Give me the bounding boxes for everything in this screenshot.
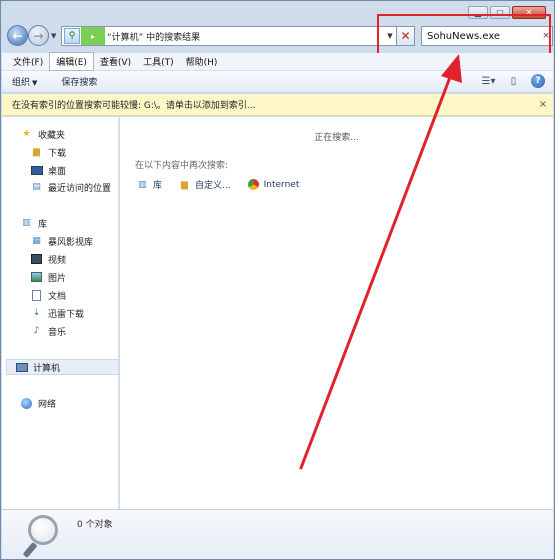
caption-buttons: ▁ □ ✕ <box>468 6 546 19</box>
menu-help[interactable]: 帮助(H) <box>180 53 224 70</box>
command-bar: 组织 ▼ 保存搜索 ☰▾ ▯ ? <box>2 71 553 93</box>
document-icon <box>30 289 43 301</box>
search-again-libraries[interactable]: ▥ 库 <box>136 178 163 192</box>
view-controls: ☰▾ ▯ ? <box>481 74 545 88</box>
nav-computer[interactable]: 计算机 <box>6 359 119 375</box>
nav-pictures-label: 图片 <box>48 273 67 284</box>
address-path: “计算机” 中的搜索结果 <box>107 32 201 43</box>
navigation-pane: ★ 收藏夹 ▆ 下载 桌面 ▤ 最近访问的位置 ▥ 库 ▦ 暴风影视库 视频 图片 文档 … <box>2 117 119 509</box>
library-icon: ▥ <box>138 179 147 190</box>
nav-downloads[interactable]: ▆ 下载 <box>30 144 66 160</box>
picture-icon <box>30 271 43 283</box>
search-again-options: ▥ 库 ▆ 自定义... Internet <box>136 178 299 191</box>
explorer-window: ▁ □ ✕ ← → ▼ ⚲ ▸ “计算机” 中的搜索结果 ▼ ✕ SohuNew… <box>0 0 555 560</box>
results-pane: 正在搜索... 在以下内容中再次搜索: ▥ 库 ▆ 自定义... Internet <box>120 117 553 509</box>
nav-libraries[interactable]: ▥ 库 <box>20 215 47 231</box>
help-icon[interactable]: ? <box>531 74 545 88</box>
nav-pictures[interactable]: 图片 <box>30 269 66 285</box>
search-again-internet-label: Internet <box>263 179 300 190</box>
organize-label: 组织 <box>12 78 31 88</box>
nav-videos-label: 视频 <box>48 255 67 266</box>
nav-desktop-label: 桌面 <box>48 166 67 177</box>
nav-music-label: 音乐 <box>48 327 67 338</box>
nav-documents-label: 文档 <box>48 291 67 302</box>
searching-status: 正在搜索... <box>314 133 359 143</box>
nav-network-label: 网络 <box>38 399 57 410</box>
desktop-icon <box>30 164 43 176</box>
menu-file[interactable]: 文件(F) <box>7 53 49 70</box>
nav-baofeng-label: 暴风影视库 <box>48 237 94 248</box>
nav-recent-places[interactable]: ▤ 最近访问的位置 <box>30 179 111 195</box>
nav-music[interactable]: ♪ 音乐 <box>30 323 66 339</box>
nav-favorites-label: 收藏夹 <box>38 130 66 141</box>
recent-pages-dropdown[interactable]: ▼ <box>51 32 56 40</box>
library-icon: ▥ <box>22 218 31 228</box>
address-bar[interactable]: ⚲ ▸ “计算机” 中的搜索结果 ▼ <box>61 26 397 46</box>
menu-tools[interactable]: 工具(T) <box>137 53 180 70</box>
maximize-button[interactable]: □ <box>490 6 510 19</box>
change-view-icon[interactable]: ☰▾ <box>481 74 496 88</box>
nav-xunlei-label: 迅雷下载 <box>48 309 85 320</box>
search-input-value: SohuNews.exe <box>427 30 501 42</box>
search-again-internet[interactable]: Internet <box>247 179 300 191</box>
recent-places-icon: ▤ <box>32 182 41 192</box>
nav-favorites[interactable]: ★ 收藏夹 <box>20 126 65 142</box>
star-icon: ★ <box>22 129 31 139</box>
nav-computer-label: 计算机 <box>33 363 61 374</box>
nav-recent-label: 最近访问的位置 <box>48 183 112 194</box>
close-button[interactable]: ✕ <box>512 6 546 19</box>
nav-desktop[interactable]: 桌面 <box>30 162 66 178</box>
forward-button[interactable]: → <box>28 25 49 46</box>
music-icon: ♪ <box>33 326 40 336</box>
details-pane: 0 个对象 <box>2 509 553 559</box>
nav-videos[interactable]: 视频 <box>30 251 66 267</box>
minimize-button[interactable]: ▁ <box>468 6 488 19</box>
search-again-custom[interactable]: ▆ 自定义... <box>178 178 231 192</box>
baofeng-library-icon: ▦ <box>32 236 41 246</box>
internet-icon <box>247 179 260 191</box>
nav-downloads-label: 下载 <box>48 148 67 159</box>
search-input[interactable]: SohuNews.exe × <box>421 26 553 46</box>
xunlei-download-icon: ⇣ <box>32 308 41 318</box>
video-icon <box>30 253 43 265</box>
address-row: ← → ▼ ⚲ ▸ “计算机” 中的搜索结果 ▼ ✕ SohuNews.exe … <box>7 25 553 49</box>
nav-network[interactable]: 网络 <box>20 395 56 411</box>
info-bar[interactable]: 在没有索引的位置搜索可能较慢: G:\。请单击以添加到索引... × <box>2 94 553 116</box>
nav-baofeng[interactable]: ▦ 暴风影视库 <box>30 233 93 249</box>
search-again-libraries-label: 库 <box>153 181 163 191</box>
chevron-down-icon: ▼ <box>32 79 38 87</box>
search-again-label: 在以下内容中再次搜索: <box>135 161 229 171</box>
menu-bar: 文件(F) 编辑(E) 查看(V) 工具(T) 帮助(H) <box>2 52 553 71</box>
menu-edit[interactable]: 编辑(E) <box>49 52 94 71</box>
magnifier-icon <box>22 515 64 559</box>
search-again-custom-label: 自定义... <box>195 181 231 191</box>
nav-xunlei[interactable]: ⇣ 迅雷下载 <box>30 305 84 321</box>
custom-folder-icon: ▆ <box>181 179 188 190</box>
organize-button[interactable]: 组织 ▼ <box>12 75 37 88</box>
nav-documents[interactable]: 文档 <box>30 287 66 303</box>
back-button[interactable]: ← <box>7 25 28 46</box>
save-search-button[interactable]: 保存搜索 <box>61 75 97 88</box>
stop-search-button[interactable]: ✕ <box>396 26 415 46</box>
network-globe-icon <box>20 397 33 409</box>
computer-icon <box>15 361 28 373</box>
search-clear-icon[interactable]: × <box>540 31 552 41</box>
address-dropdown-icon[interactable]: ▼ <box>384 32 396 40</box>
search-results-icon: ⚲ <box>64 28 80 44</box>
preview-pane-icon[interactable]: ▯ <box>506 74 521 88</box>
nav-libraries-label: 库 <box>38 219 48 230</box>
info-bar-text[interactable]: 在没有索引的位置搜索可能较慢: G:\。请单击以添加到索引... <box>12 98 533 111</box>
downloads-folder-icon: ▆ <box>33 147 40 157</box>
info-bar-close-icon[interactable]: × <box>533 99 553 110</box>
item-count: 0 个对象 <box>77 520 113 530</box>
search-progress-icon: ▸ <box>81 27 105 45</box>
menu-view[interactable]: 查看(V) <box>94 53 137 70</box>
